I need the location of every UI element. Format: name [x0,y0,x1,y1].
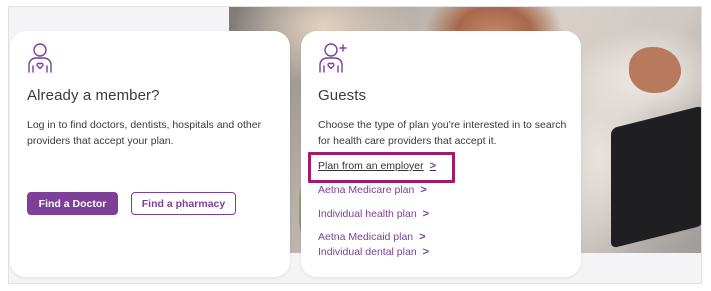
chevron-right-icon: > [429,160,437,172]
member-card-title: Already a member? [27,87,160,104]
guests-card: Guests Choose the type of plan you're in… [301,31,581,277]
find-pharmacy-button[interactable]: Find a pharmacy [131,192,236,215]
chevron-right-icon: > [422,208,430,220]
person-heart-icon [27,42,57,74]
plan-link-aetna-medicaid[interactable]: Aetna Medicaid plan > [318,231,426,243]
person-heart-plus-icon [318,42,348,74]
hero-photo-hand [629,47,681,93]
plan-link-label: Plan from an employer [318,160,424,172]
member-card: Already a member? Log in to find doctors… [10,31,290,277]
hero-photo-tablet [611,105,701,249]
guests-card-title: Guests [318,87,367,104]
plan-link-individual-dental[interactable]: Individual dental plan > [318,246,429,258]
find-doctor-button[interactable]: Find a Doctor [27,192,118,215]
plan-link-label: Individual health plan [318,208,417,220]
plan-link-individual-health[interactable]: Individual health plan > [318,208,429,220]
chevron-right-icon: > [422,246,430,258]
plan-link-label: Aetna Medicare plan [318,184,415,196]
plan-link-label: Aetna Medicaid plan [318,231,414,243]
plan-link-label: Individual dental plan [318,246,417,258]
plan-link-aetna-medicare[interactable]: Aetna Medicare plan > [318,184,427,196]
guests-card-description: Choose the type of plan you're intereste… [318,119,567,147]
member-card-description: Log in to find doctors, dentists, hospit… [27,119,262,147]
chevron-right-icon: > [420,184,427,196]
plan-link-employer[interactable]: Plan from an employer > [318,160,436,172]
chevron-right-icon: > [419,231,426,243]
